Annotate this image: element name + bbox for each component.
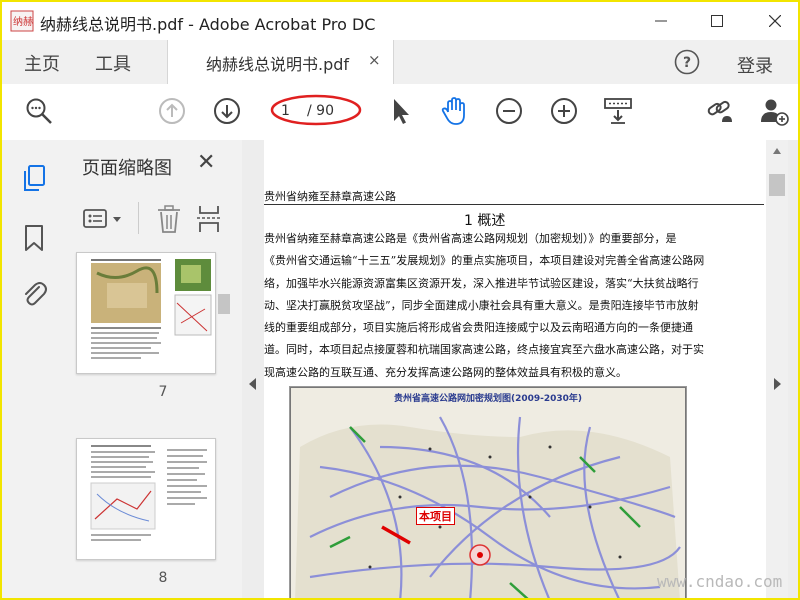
search-icon [26, 98, 52, 124]
maximize-button[interactable] [694, 2, 740, 40]
svg-text:?: ? [683, 55, 691, 71]
scroll-up-button[interactable] [771, 142, 783, 154]
paperclip-icon [25, 282, 47, 306]
paragraph-line: 贵州省纳雍至赫章高速公路是《贵州省高速公路网规划（加密规划）》的重要部分，是 [264, 232, 677, 245]
close-window-button[interactable] [752, 2, 798, 40]
options-menu-icon [83, 209, 121, 228]
left-navigation-rail [2, 140, 65, 598]
acrobat-window: 纳赫 纳赫线总说明书.pdf - Adobe Acrobat Pro DC 主页… [0, 0, 800, 600]
help-icon: ? [674, 49, 700, 75]
help-button[interactable]: ? [674, 49, 700, 75]
thumbnail-scrollbar[interactable] [216, 250, 232, 598]
maximize-icon [711, 15, 723, 27]
tab-document[interactable]: 纳赫线总说明书.pdf × [167, 40, 394, 85]
hand-tool-button[interactable] [439, 96, 469, 126]
paragraph-line: 《贵州省交通运输“十三五”发展规划》的重点实施项目，本项目建设对完善全省高速公路… [264, 254, 705, 268]
link-icon [707, 100, 732, 122]
next-page-button[interactable] [212, 96, 242, 126]
minimize-button[interactable] [638, 2, 684, 40]
document-tab-close-button[interactable]: × [368, 51, 381, 69]
tab-bar: 主页 工具 纳赫线总说明书.pdf × ? 登录 [2, 40, 798, 85]
thumbnail-page-8-number: 8 [158, 570, 168, 586]
map-graphic [290, 387, 686, 598]
select-tool-button[interactable] [386, 96, 416, 126]
page-7-preview [91, 259, 212, 359]
triangle-up-icon [773, 148, 781, 154]
trash-icon [158, 205, 180, 233]
login-button[interactable]: 登录 [737, 52, 773, 78]
paragraph-line: 动、坚决打赢脱贫攻坚战”，同步全面建成小康社会具有重大意义。是贵阳连接毕节市放射 [264, 298, 699, 312]
page-split-icon [197, 206, 221, 232]
zoom-out-icon [496, 98, 522, 124]
thumbnail-options-button[interactable] [82, 206, 124, 232]
document-tab-label: 纳赫线总说明书.pdf [206, 55, 350, 74]
paragraph-line: 线的重要组成部分，项目实施后将形成省会贵阳连接威宁以及云南昭通方向的一条便捷通 [264, 321, 693, 335]
pdf-page: 贵州省纳雍至赫章高速公路 1 概述 贵州省纳雍至赫章高速公路是《贵州省高速公路网… [264, 140, 766, 598]
previous-page-button[interactable] [157, 96, 187, 126]
triangle-right-icon [774, 378, 781, 390]
minimize-icon [655, 20, 667, 22]
right-collapse-handle[interactable] [772, 376, 782, 390]
panel-title: 页面缩略图 [82, 158, 172, 179]
keyboard-scroll-icon [604, 98, 632, 124]
title-bar: 纳赫 纳赫线总说明书.pdf - Adobe Acrobat Pro DC [2, 2, 798, 40]
page-8-preview [90, 445, 207, 541]
left-collapse-handle[interactable] [248, 376, 258, 390]
header-rule [264, 204, 764, 205]
thumbnail-scroll-thumb[interactable] [218, 294, 230, 314]
tab-home[interactable]: 主页 [24, 50, 60, 76]
thumbnails-panel: 页面缩略图 ✕ 7 8 [64, 140, 243, 598]
thumbnail-page-7-number: 7 [158, 384, 168, 400]
document-viewer: 贵州省纳雍至赫章高速公路 1 概述 贵州省纳雍至赫章高速公路是《贵州省高速公路网… [242, 140, 798, 598]
toolbar-divider [138, 202, 139, 234]
highway-network-map: 贵州省高速公路网加密规划图(2009-2030年) 本项目 [289, 386, 687, 598]
bookmarks-button[interactable] [22, 224, 46, 252]
arrow-up-circle-icon [159, 98, 185, 124]
add-user-icon [761, 99, 789, 126]
paragraph-line: 现高速公路的互联互通、充分发挥高速公路网的整体效益具有积极的意义。 [264, 365, 627, 379]
paragraph-line: 络，加强毕水兴能源资源富集区资源开发，深入推进毕节试验区建设，落实“大扶贫战略行 [264, 276, 699, 290]
triangle-left-icon [249, 378, 256, 390]
window-title: 纳赫线总说明书.pdf - Adobe Acrobat Pro DC [40, 15, 376, 34]
panel-close-button[interactable]: ✕ [197, 150, 215, 175]
page-thumbnails-button[interactable] [20, 164, 48, 194]
svg-text:纳赫: 纳赫 [13, 15, 33, 28]
app-icon: 纳赫 [10, 10, 34, 32]
page-layout-button[interactable] [603, 96, 633, 126]
delete-page-button[interactable] [156, 204, 182, 234]
map-title: 贵州省高速公路网加密规划图(2009-2030年) [393, 394, 583, 404]
paragraph-line: 道。同时，本项目起点接厦蓉和杭瑞国家高速公路，终点接宜宾至六盘水高速公路，对于实 [264, 343, 704, 357]
extract-page-button[interactable] [196, 204, 222, 234]
body-paragraph: 贵州省纳雍至赫章高速公路是《贵州省高速公路网规划（加密规划）》的重要部分，是 《… [264, 228, 734, 384]
hand-icon [441, 97, 465, 125]
copy-pages-icon [24, 165, 45, 191]
zoom-in-icon [551, 98, 577, 124]
zoom-out-button[interactable] [494, 96, 524, 126]
red-highlight-oval [270, 93, 362, 127]
share-link-button[interactable] [705, 96, 735, 126]
thumbnail-page-8[interactable] [76, 438, 216, 560]
scroll-thumb[interactable] [769, 174, 785, 196]
attachments-button[interactable] [20, 278, 48, 308]
close-icon [769, 15, 781, 27]
tab-tools[interactable]: 工具 [95, 50, 131, 76]
search-button[interactable] [24, 96, 54, 126]
thumbnail-page-7[interactable] [76, 252, 216, 374]
project-label: 本项目 [416, 507, 455, 525]
bookmark-icon [25, 225, 43, 251]
cursor-arrow-icon [394, 99, 409, 124]
zoom-in-button[interactable] [549, 96, 579, 126]
running-header: 贵州省纳雍至赫章高速公路 [264, 190, 396, 203]
add-user-button[interactable] [759, 96, 789, 126]
watermark: www.cndao.com [657, 572, 783, 591]
document-scrollbar[interactable] [766, 140, 788, 598]
arrow-down-circle-icon [214, 98, 240, 124]
toolbar: 1 / 90 [2, 84, 798, 141]
section-heading: 1 概述 [464, 213, 506, 229]
